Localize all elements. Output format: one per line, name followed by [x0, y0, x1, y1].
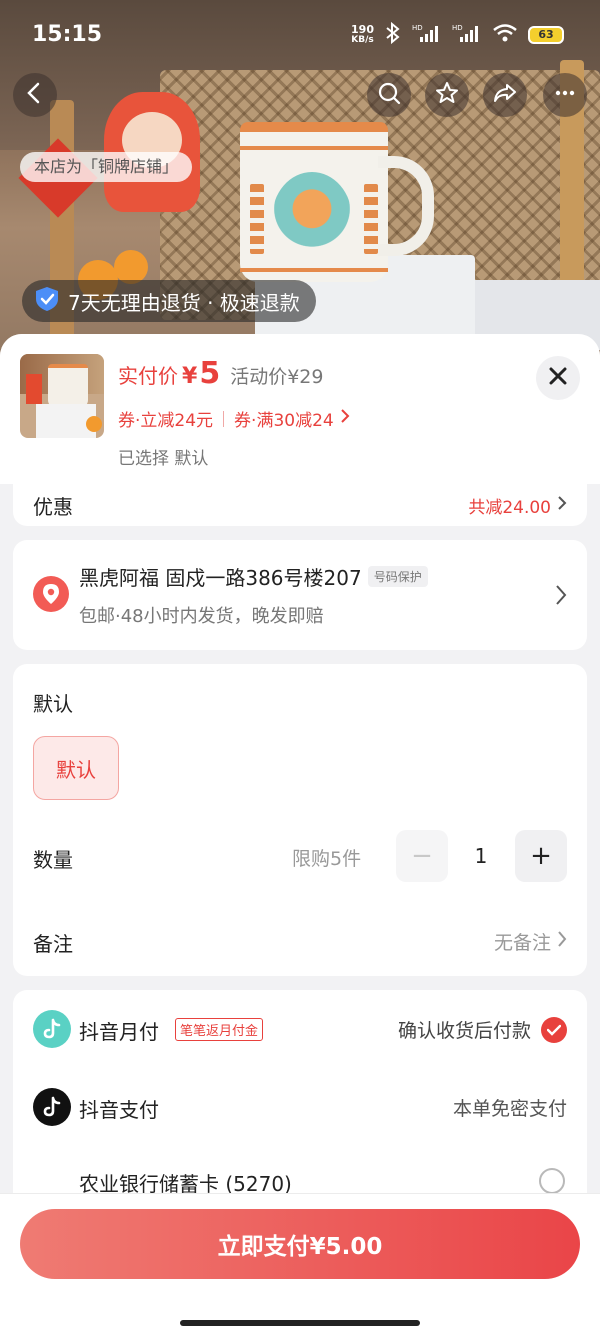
final-price: 5: [199, 356, 221, 391]
more-icon: [552, 80, 578, 110]
guarantee-text: 7天无理由退货 · 极速退款: [68, 290, 300, 315]
signal-icon: HD: [452, 23, 482, 46]
return-guarantee-badge: 7天无理由退货 · 极速退款: [22, 280, 316, 322]
sheet-header: 实付价 ¥ 5 活动价¥29 券·立减24元 券·满30减24 已选择 默认: [0, 334, 600, 484]
quantity-decrease-button[interactable]: −: [396, 830, 448, 882]
purchase-limit: 限购5件: [292, 848, 362, 870]
shipping-info: 包邮·48小时内发货，晚发即赔: [79, 606, 324, 627]
share-button[interactable]: [483, 73, 527, 117]
currency-symbol: ¥: [182, 364, 198, 389]
close-icon: [548, 366, 568, 390]
address-text: 黑虎阿福 固戍一路386号楼207: [79, 566, 362, 590]
wifi-icon: [492, 23, 518, 46]
number-protect-tag: 号码保护: [367, 566, 428, 587]
back-button[interactable]: [13, 73, 57, 117]
spec-title: 默认: [33, 692, 73, 716]
location-pin-icon: [33, 576, 69, 612]
bluetooth-icon: [384, 21, 402, 47]
douyin-pay-label: 抖音支付: [79, 1098, 159, 1122]
bottom-bar: 立即支付¥5.00: [0, 1193, 600, 1335]
note-value: 无备注: [493, 932, 551, 954]
signal-icon: HD: [412, 23, 442, 46]
coupon-line[interactable]: 券·立减24元 券·满30减24: [118, 406, 350, 431]
orange-fruit: [114, 250, 148, 284]
note-row[interactable]: 无备注: [494, 928, 567, 955]
selected-spec: 已选择 默认: [118, 449, 209, 469]
close-button[interactable]: [536, 356, 580, 400]
discount-value: 共减24.00: [468, 498, 551, 518]
status-bar: 15:15 190 KB/s HD HD 63: [0, 0, 600, 72]
discount-row[interactable]: 优惠 共减24.00: [13, 482, 587, 526]
spec-option-default[interactable]: 默认: [33, 736, 119, 800]
douyin-pay-icon: [33, 1088, 71, 1126]
monthly-pay-desc: 确认收货后付款: [397, 1020, 531, 1042]
svg-text:HD: HD: [452, 24, 463, 32]
quantity-increase-button[interactable]: +: [515, 830, 567, 882]
chevron-right-icon: [340, 408, 350, 429]
chevron-right-icon: [557, 495, 567, 516]
price-line: 实付价 ¥ 5 活动价¥29: [118, 356, 323, 391]
douyin-pay-desc: 本单免密支付: [452, 1098, 567, 1120]
net-speed: 190 KB/s: [351, 22, 374, 45]
back-icon: [22, 80, 48, 110]
svg-text:HD: HD: [412, 24, 423, 32]
bank-card-radio[interactable]: [539, 1168, 565, 1194]
address-card[interactable]: 黑虎阿福 固戍一路386号楼207 号码保护 包邮·48小时内发货，晚发即赔: [13, 540, 587, 650]
final-price-label: 实付价: [118, 364, 178, 388]
product-thumbnail[interactable]: [20, 354, 104, 438]
pay-now-button[interactable]: 立即支付¥5.00: [20, 1209, 580, 1279]
purchase-sheet: 实付价 ¥ 5 活动价¥29 券·立减24元 券·满30减24 已选择 默认 优…: [0, 334, 600, 1335]
payment-card: 抖音月付 笔笔返月付金 确认收货后付款 抖音支付 本单免密支付 农业银行储蓄卡 …: [13, 990, 587, 1220]
check-icon: [541, 1016, 567, 1043]
tiger-mug: [240, 122, 434, 282]
spec-card: 默认 默认 数量 限购5件 − 1 + 备注 无备注: [13, 664, 587, 976]
coupon-instant: 券·立减24元: [118, 411, 214, 431]
activity-price: 活动价¥29: [230, 366, 324, 388]
monthly-pay-option[interactable]: 确认收货后付款: [398, 1016, 567, 1043]
coupon-threshold: 券·满30减24: [234, 411, 334, 431]
status-time: 15:15: [32, 22, 103, 47]
home-indicator[interactable]: [180, 1320, 420, 1326]
shield-icon: [34, 285, 60, 318]
search-button[interactable]: [367, 73, 411, 117]
quantity-label: 数量: [33, 848, 73, 872]
chevron-right-icon: [557, 930, 567, 953]
chevron-right-icon: [555, 584, 567, 610]
search-icon: [376, 80, 402, 110]
douyin-monthly-icon: [33, 1010, 71, 1048]
share-icon: [492, 80, 518, 110]
favorite-button[interactable]: [425, 73, 469, 117]
note-label: 备注: [33, 932, 73, 956]
store-level-tag: 本店为「铜牌店铺」: [20, 152, 193, 182]
more-button[interactable]: [543, 73, 587, 117]
quantity-value[interactable]: 1: [468, 844, 494, 868]
monthly-cashback-badge: 笔笔返月付金: [175, 1018, 264, 1041]
star-icon: [434, 80, 460, 110]
discount-label: 优惠: [33, 495, 73, 519]
battery-icon: 63: [528, 25, 564, 44]
monthly-pay-label: 抖音月付: [79, 1020, 159, 1044]
